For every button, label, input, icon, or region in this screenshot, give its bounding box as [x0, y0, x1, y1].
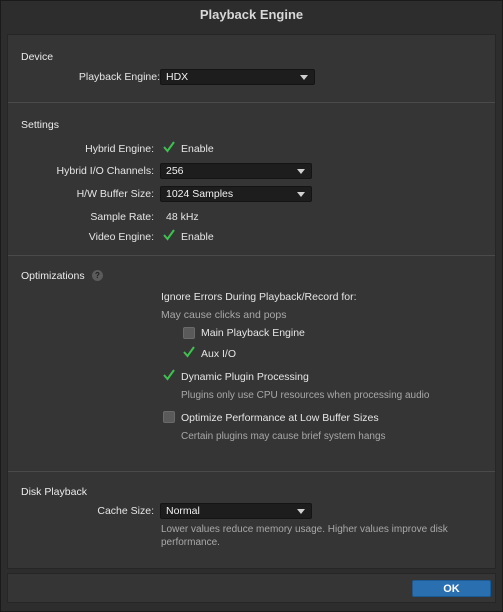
dynamic-plugin-note: Plugins only use CPU resources when proc… [181, 390, 430, 401]
sample-rate-label: Sample Rate: [90, 211, 154, 223]
chevron-down-icon [297, 192, 305, 197]
dynamic-plugin-checkbox[interactable] [163, 369, 175, 382]
optimize-performance-note: Certain plugins may cause brief system h… [181, 431, 386, 442]
cache-size-note-line2: performance. [161, 537, 220, 548]
settings-panel: Device Playback Engine: HDX Settings Hyb… [7, 34, 496, 569]
aux-io-checkbox[interactable] [183, 346, 195, 359]
playback-engine-dropdown[interactable]: HDX [160, 69, 315, 85]
hybrid-engine-checkbox[interactable] [163, 141, 175, 154]
settings-section-title: Settings [21, 119, 59, 131]
hybrid-io-label: Hybrid I/O Channels: [56, 165, 154, 177]
hybrid-io-dropdown[interactable]: 256 [160, 163, 312, 179]
ignore-errors-heading: Ignore Errors During Playback/Record for… [161, 291, 357, 303]
help-icon[interactable]: ? [92, 270, 103, 281]
cache-size-dropdown[interactable]: Normal [160, 503, 312, 519]
video-engine-checkbox[interactable] [163, 229, 175, 242]
dynamic-plugin-label: Dynamic Plugin Processing [181, 371, 309, 383]
main-playback-checkbox[interactable] [183, 327, 195, 339]
hybrid-io-value: 256 [166, 165, 184, 177]
chevron-down-icon [300, 75, 308, 80]
checkmark-icon [183, 346, 195, 358]
optimize-performance-label: Optimize Performance at Low Buffer Sizes [181, 412, 379, 424]
playback-engine-label: Playback Engine: [78, 71, 160, 83]
hybrid-engine-option: Enable [181, 143, 214, 155]
window-title: Playback Engine [1, 1, 502, 31]
buffer-size-value: 1024 Samples [166, 188, 234, 200]
sample-rate-value: 48 kHz [166, 211, 199, 223]
section-divider [8, 255, 495, 256]
dialog-footer: OK [7, 573, 496, 603]
device-section-title: Device [21, 51, 54, 63]
checkmark-icon [163, 141, 175, 153]
section-divider [8, 102, 495, 103]
playback-engine-value: HDX [166, 71, 189, 83]
optimizations-section-title: Optimizations [21, 270, 85, 282]
main-playback-label: Main Playback Engine [201, 327, 305, 339]
hybrid-engine-label: Hybrid Engine: [85, 143, 154, 155]
disk-playback-section-title: Disk Playback [21, 486, 87, 498]
video-engine-option: Enable [181, 231, 214, 243]
checkmark-icon [163, 229, 175, 241]
optimize-performance-checkbox[interactable] [163, 411, 175, 423]
video-engine-label: Video Engine: [88, 231, 154, 243]
section-divider [8, 471, 495, 472]
chevron-down-icon [297, 169, 305, 174]
playback-engine-window: Playback Engine Device Playback Engine: … [0, 0, 503, 612]
ignore-errors-note: May cause clicks and pops [161, 309, 287, 321]
cache-size-label: Cache Size: [97, 505, 154, 517]
checkmark-icon [163, 369, 175, 381]
buffer-size-label: H/W Buffer Size: [76, 188, 154, 200]
ok-button[interactable]: OK [412, 580, 491, 597]
buffer-size-dropdown[interactable]: 1024 Samples [160, 186, 312, 202]
cache-size-value: Normal [166, 505, 200, 517]
aux-io-label: Aux I/O [201, 348, 237, 360]
cache-size-note-line1: Lower values reduce memory usage. Higher… [161, 524, 448, 535]
chevron-down-icon [297, 509, 305, 514]
